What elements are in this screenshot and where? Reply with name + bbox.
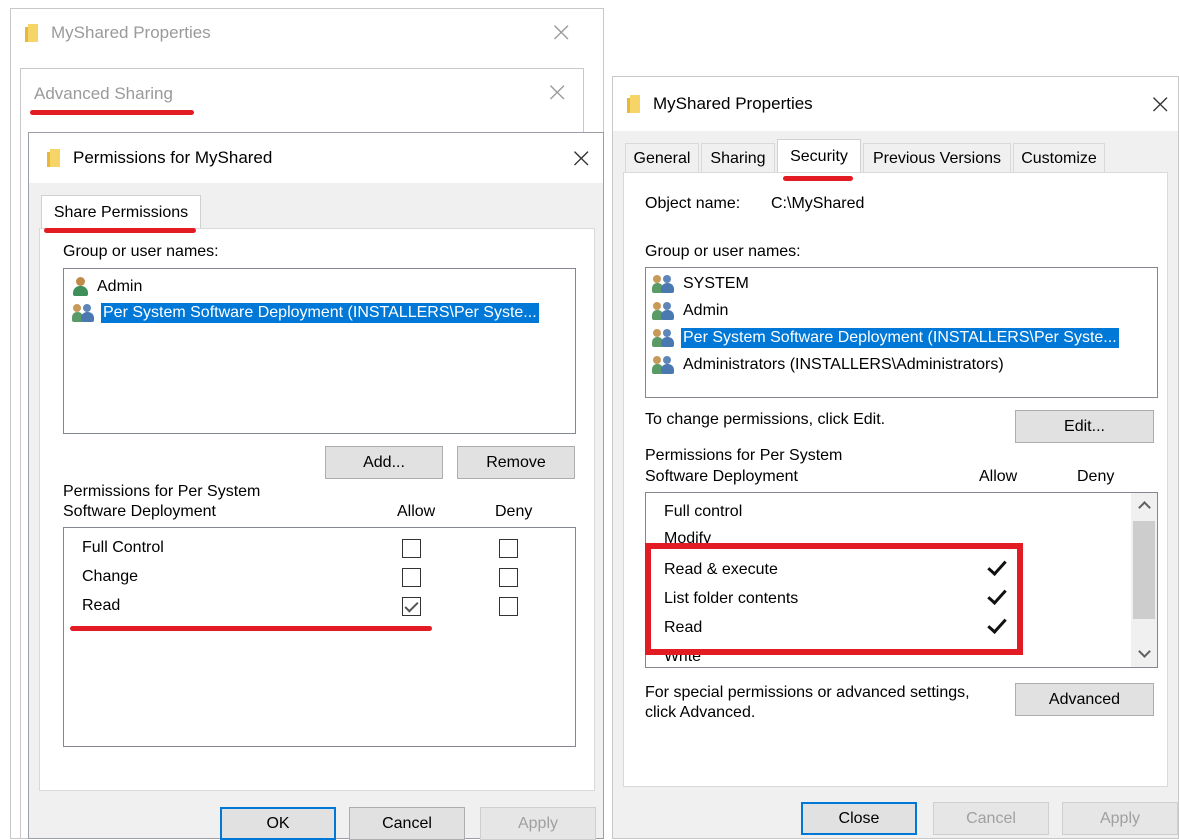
permissions-for-label-line2: Software Deployment (63, 503, 216, 520)
user-name: SYSTEM (683, 275, 749, 292)
allow-column-header: Allow (397, 503, 436, 520)
list-item-selected[interactable]: Per System Software Deployment (INSTALLE… (652, 328, 1119, 348)
highlight-box-allowed-permissions (645, 543, 1023, 655)
permissions-scrollbar[interactable] (1131, 493, 1157, 667)
user-name: Per System Software Deployment (INSTALLE… (681, 328, 1119, 348)
full-control-deny-checkbox[interactable] (499, 539, 518, 558)
highlight-underline-share-permissions (44, 228, 196, 233)
group-icon (652, 301, 676, 321)
advanced-button[interactable]: Advanced (1015, 683, 1154, 716)
advanced-sharing-title: Advanced Sharing (34, 84, 173, 103)
user-name: Administrators (INSTALLERS\Administrator… (683, 356, 1004, 373)
close-icon[interactable]: × (1149, 90, 1172, 118)
permission-name: Change (82, 568, 139, 585)
close-icon[interactable]: × (570, 144, 593, 172)
change-deny-checkbox[interactable] (499, 568, 518, 587)
list-item-selected[interactable]: Per System Software Deployment (INSTALLE… (72, 303, 539, 323)
cancel-button[interactable]: Cancel (349, 807, 465, 840)
tab-label: General (633, 149, 691, 167)
scrollbar-thumb[interactable] (1133, 521, 1155, 619)
tab-share-permissions-label: Share Permissions (53, 203, 189, 221)
user-name: Admin (97, 278, 143, 295)
scroll-up-icon[interactable] (1138, 501, 1151, 514)
list-item[interactable]: Admin (72, 277, 144, 297)
security-user-list[interactable]: SYSTEM Admin Per System Software Deploym… (645, 267, 1158, 398)
tab-customize[interactable]: Customize (1013, 143, 1105, 173)
permissions-dialog-title: Permissions for MyShared (73, 148, 273, 167)
special-permissions-hint-line2: click Advanced. (645, 704, 756, 721)
list-item[interactable]: SYSTEM (652, 274, 751, 294)
user-icon (72, 277, 90, 297)
user-name: Per System Software Deployment (INSTALLE… (101, 303, 539, 323)
allow-column-header: Allow (979, 468, 1018, 485)
highlight-underline-security-tab (783, 176, 853, 181)
tab-label: Security (790, 147, 848, 165)
tab-general[interactable]: General (625, 143, 699, 173)
tab-security[interactable]: Security (777, 139, 861, 173)
tab-label: Sharing (710, 149, 766, 167)
permissions-dialog-titlebar: Permissions for MyShared × (29, 133, 603, 183)
read-allow-checkbox[interactable] (402, 597, 421, 616)
highlight-underline-read (70, 626, 432, 631)
tab-label: Previous Versions (872, 149, 1002, 167)
highlight-underline-advanced-sharing (30, 110, 194, 115)
group-icon (652, 328, 676, 348)
list-item[interactable]: Admin (652, 301, 730, 321)
scroll-down-icon[interactable] (1138, 645, 1151, 658)
permissions-for-label-line1: Permissions for Per System (63, 483, 261, 500)
apply-button[interactable]: Apply (1062, 802, 1178, 835)
permission-name: Full control (664, 503, 743, 520)
edit-button[interactable]: Edit... (1015, 410, 1154, 443)
folder-icon (25, 24, 39, 42)
user-name: Admin (683, 302, 729, 319)
close-button[interactable]: Close (801, 802, 917, 835)
change-permissions-hint: To change permissions, click Edit. (645, 411, 886, 428)
cancel-button[interactable]: Cancel (933, 802, 1049, 835)
group-icon (652, 274, 676, 294)
deny-column-header: Deny (1077, 468, 1115, 485)
tab-label: Customize (1021, 149, 1097, 167)
folder-icon (47, 149, 61, 167)
tab-previous-versions[interactable]: Previous Versions (863, 143, 1011, 173)
user-list[interactable]: Admin Per System Software Deployment (IN… (63, 268, 576, 434)
share-permissions-list: Full Control Change Read (63, 527, 576, 747)
deny-column-header: Deny (495, 503, 533, 520)
ok-button[interactable]: OK (220, 807, 336, 840)
security-window-title: MyShared Properties (653, 94, 813, 113)
special-permissions-hint-line1: For special permissions or advanced sett… (645, 684, 970, 701)
security-window-titlebar: MyShared Properties × (613, 77, 1178, 131)
change-allow-checkbox[interactable] (402, 568, 421, 587)
group-icon (72, 303, 96, 323)
folder-icon (627, 95, 641, 113)
remove-button[interactable]: Remove (457, 446, 575, 479)
back-window-titlebar: MyShared Properties × (11, 9, 603, 57)
back-window-title: MyShared Properties (51, 23, 211, 42)
tab-sharing[interactable]: Sharing (701, 143, 775, 173)
close-icon[interactable]: × (546, 78, 569, 106)
permissions-for-label-line2: Software Deployment (645, 468, 798, 485)
close-icon[interactable]: × (550, 18, 573, 46)
add-button[interactable]: Add... (325, 446, 443, 479)
group-icon (652, 355, 676, 375)
apply-button[interactable]: Apply (480, 807, 596, 840)
permissions-dialog: Permissions for MyShared × Share Permiss… (28, 132, 604, 840)
full-control-allow-checkbox[interactable] (402, 539, 421, 558)
object-name-label: Object name: (645, 195, 741, 212)
group-or-user-names-label: Group or user names: (645, 243, 801, 260)
permission-name: Read (82, 597, 121, 614)
group-or-user-names-label: Group or user names: (63, 243, 219, 260)
myshared-properties-security-window: MyShared Properties × General Sharing Se… (612, 76, 1179, 839)
list-item[interactable]: Administrators (INSTALLERS\Administrator… (652, 355, 1006, 375)
tab-share-permissions[interactable]: Share Permissions (41, 195, 201, 229)
object-name-value: C:\MyShared (771, 195, 865, 212)
read-deny-checkbox[interactable] (499, 597, 518, 616)
permissions-for-label-line1: Permissions for Per System (645, 447, 843, 464)
permission-name: Full Control (82, 539, 164, 556)
